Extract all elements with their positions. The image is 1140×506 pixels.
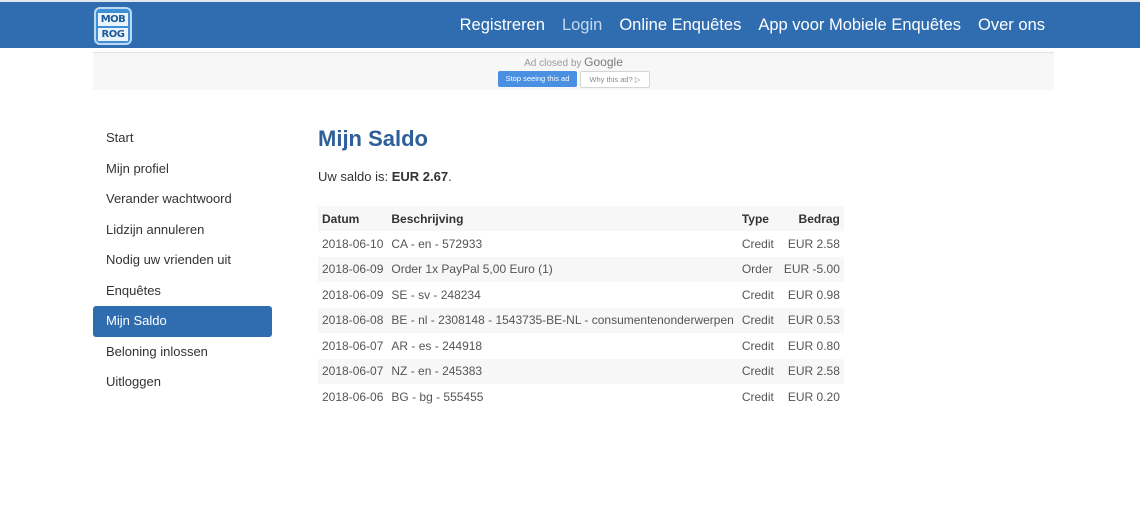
cell-description: BE - nl - 2308148 - 1543735-BE-NL - cons… [387,307,738,333]
cell-type: Credit [741,389,774,404]
cell-type: Credit [741,287,774,302]
why-this-ad-button[interactable]: Why this ad? ▷ [580,71,650,88]
column-header-bedrag: Bedrag [777,206,844,231]
column-header-type: Type [737,206,778,231]
sidebar-item-beloning-inlossen[interactable]: Beloning inlossen [93,337,272,368]
balance-line: Uw saldo is: EUR 2.67. [318,169,858,191]
cell-amount: EUR 2.58 [777,358,844,384]
nav-registreren[interactable]: Registreren [460,16,545,35]
table-row: 2018-06-10 CA - en - 572933 Credit EUR 2… [318,231,844,257]
table-row: 2018-06-09 SE - sv - 248234 Credit EUR 0… [318,282,844,308]
page-title: Mijn Saldo [318,126,428,151]
cell-description: NZ - en - 245383 [387,358,738,384]
nav-app-mobiele-enquetes[interactable]: App voor Mobiele Enquêtes [758,16,961,35]
balance-suffix: . [448,169,452,184]
cell-date: 2018-06-09 [322,287,384,302]
transactions-table: Datum Beschrijving Type Bedrag 2018-06-1… [318,206,844,410]
stop-seeing-ad-button[interactable]: Stop seeing this ad [498,71,577,87]
sidebar-menu: Start Mijn profiel Verander wachtwoord L… [93,123,272,398]
cell-amount: EUR 0.80 [787,338,840,353]
cell-amount: EUR 0.20 [787,389,840,404]
cell-amount: EUR -5.00 [777,256,844,282]
cell-date: 2018-06-08 [318,307,388,333]
cell-date: 2018-06-10 [322,236,384,251]
column-header-beschrijving: Beschrijving [387,206,738,231]
table-row: 2018-06-07 AR - es - 244918 Credit EUR 0… [318,333,844,359]
cell-description: SE - sv - 248234 [391,287,481,302]
table-row: 2018-06-08 BE - nl - 2308148 - 1543735-B… [318,307,844,333]
ad-closed-by: Ad closed by [524,58,582,69]
cell-description: AR - es - 244918 [391,338,483,353]
logo-text-top: MOB [98,13,128,26]
cell-description: BG - bg - 555455 [391,389,484,404]
cell-type: Credit [741,236,774,251]
table-row: 2018-06-06 BG - bg - 555455 Credit EUR 0… [318,384,844,410]
sidebar-item-enquetes[interactable]: Enquêtes [93,276,272,307]
cell-description: Order 1x PayPal 5,00 Euro (1) [387,256,738,282]
cell-date: 2018-06-07 [318,358,388,384]
cell-type: Order [737,256,778,282]
sidebar-item-nodig-vrienden-uit[interactable]: Nodig uw vrienden uit [93,245,272,276]
table-row: 2018-06-07 NZ - en - 245383 Credit EUR 2… [318,358,844,384]
cell-amount: EUR 2.58 [787,236,840,251]
table-header-row: Datum Beschrijving Type Bedrag [318,206,844,231]
sidebar-item-mijn-saldo[interactable]: Mijn Saldo [93,306,272,337]
cell-type: Credit [737,358,778,384]
cell-amount: EUR 0.53 [777,307,844,333]
top-navbar: MOB ROG Registreren Login Online Enquête… [0,0,1140,48]
sidebar-item-mijn-profiel[interactable]: Mijn profiel [93,154,272,185]
cell-amount: EUR 0.98 [787,287,840,302]
nav-over-ons[interactable]: Over ons [978,16,1045,35]
cell-description: CA - en - 572933 [391,236,483,251]
cell-date: 2018-06-09 [318,256,388,282]
main-nav: Registreren Login Online Enquêtes App vo… [443,2,1045,48]
site-logo[interactable]: MOB ROG [94,7,132,45]
nav-online-enquetes[interactable]: Online Enquêtes [619,16,741,35]
table-row: 2018-06-09 Order 1x PayPal 5,00 Euro (1)… [318,256,844,282]
ad-banner: Ad closed by Google Stop seeing this ad … [93,52,1054,90]
cell-type: Credit [741,338,774,353]
main-content: Mijn Saldo Uw saldo is: EUR 2.67. Datum … [318,120,858,410]
sidebar-item-lidzijn-annuleren[interactable]: Lidzijn annuleren [93,215,272,246]
cell-date: 2018-06-07 [322,338,384,353]
google-logo: Google [584,55,623,69]
balance-value: EUR 2.67 [391,169,449,184]
logo-text-bottom: ROG [98,28,128,41]
cell-type: Credit [737,307,778,333]
column-header-datum: Datum [318,206,388,231]
sidebar-item-uitloggen[interactable]: Uitloggen [93,367,272,398]
sidebar-item-verander-wachtwoord[interactable]: Verander wachtwoord [93,184,272,215]
sidebar-item-start[interactable]: Start [93,123,272,154]
cell-date: 2018-06-06 [322,389,384,404]
balance-prefix: Uw saldo is: [318,169,392,184]
ad-closed-text: Ad closed by Google [93,55,1054,69]
nav-login[interactable]: Login [562,16,602,35]
